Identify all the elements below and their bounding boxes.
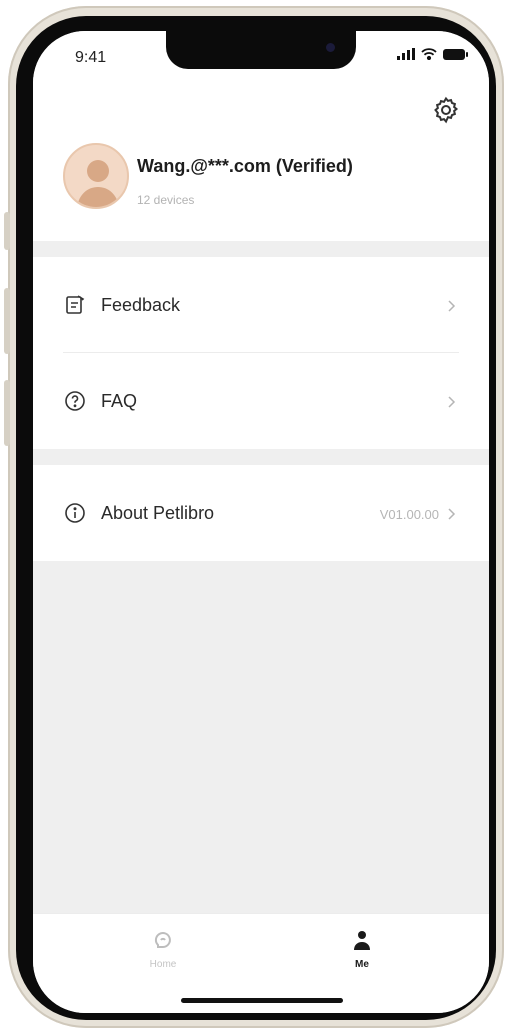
user-silhouette-icon: [77, 160, 119, 207]
status-time: 9:41: [75, 49, 107, 66]
phone-volume-up: [4, 288, 10, 354]
device-count: 12 devices: [137, 193, 195, 207]
account-email: Wang.@***.com (Verified): [137, 156, 353, 176]
faq-label: FAQ: [101, 391, 138, 411]
phone-mute-switch: [4, 212, 10, 250]
app-version: V01.00.00: [379, 507, 439, 522]
home-indicator: [181, 998, 343, 1003]
info-circle-icon: [65, 503, 85, 523]
menu-item-faq[interactable]: FAQ: [33, 353, 489, 449]
tab-me[interactable]: Me: [332, 928, 392, 970]
status-bar: 9:41: [33, 31, 489, 81]
app-screen: Wang.@***.com (Verified) 12 devices Feed…: [33, 31, 489, 1013]
menu-item-about[interactable]: About Petlibro V01.00.00: [33, 465, 489, 561]
chevron-right-icon: [448, 396, 456, 408]
tab-me-label: Me: [355, 959, 369, 970]
question-circle-icon: [65, 391, 85, 411]
person-icon: [354, 931, 370, 950]
phone-volume-down: [4, 380, 10, 446]
tab-home-label: Home: [149, 959, 177, 970]
feedback-label: Feedback: [101, 295, 181, 315]
tab-home[interactable]: Home: [133, 928, 193, 970]
chevron-right-icon: [448, 300, 456, 312]
settings-gear-icon[interactable]: [431, 95, 461, 125]
wifi-icon: [421, 48, 437, 60]
avatar[interactable]: [63, 143, 129, 209]
signal-icon: [397, 48, 415, 60]
status-icons: [397, 48, 468, 60]
tab-bar: Home Me: [33, 913, 489, 1013]
about-menu-group: About Petlibro V01.00.00: [33, 465, 489, 561]
support-menu-group: Feedback FAQ: [33, 257, 489, 449]
feedback-icon: [66, 295, 85, 314]
chevron-right-icon: [448, 508, 456, 520]
battery-icon: [443, 48, 468, 60]
home-chat-icon: [154, 932, 171, 948]
menu-item-feedback[interactable]: Feedback: [33, 257, 489, 353]
about-label: About Petlibro: [101, 503, 215, 523]
